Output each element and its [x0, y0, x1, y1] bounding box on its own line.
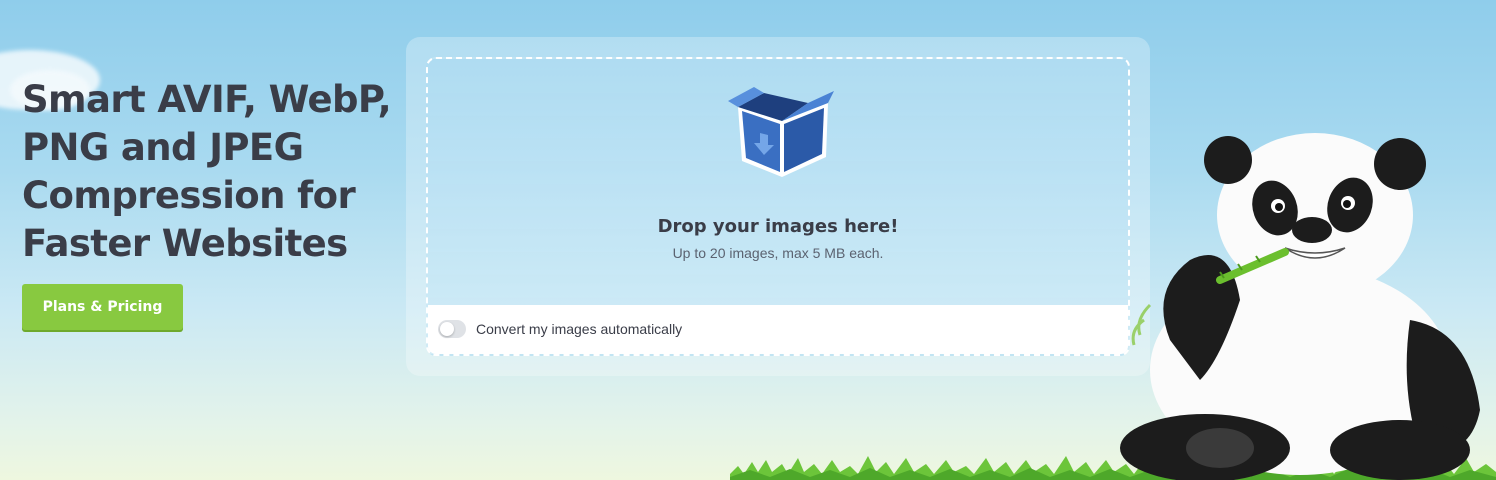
- hero-title-line: Compression for: [22, 174, 356, 217]
- convert-label: Convert my images automatically: [476, 321, 683, 337]
- plans-pricing-button[interactable]: Plans & Pricing: [22, 284, 183, 330]
- convert-option-bar: Convert my images automatically: [428, 305, 1128, 354]
- hero-title-line: Smart AVIF, WebP,: [22, 78, 392, 121]
- hero-title-line: Faster Websites: [22, 222, 348, 265]
- drop-limits-text: Up to 20 images, max 5 MB each.: [672, 245, 884, 261]
- drop-title: Drop your images here!: [657, 216, 899, 237]
- image-drop-zone[interactable]: Drop your images here! Up to 20 images, …: [426, 57, 1130, 356]
- convert-toggle[interactable]: [438, 320, 466, 338]
- open-box-icon: [728, 87, 834, 177]
- hero-title: Smart AVIF, WebP, PNG and JPEG Compressi…: [22, 76, 402, 268]
- toggle-knob: [440, 322, 454, 336]
- panda-mascot: [1120, 133, 1480, 480]
- hero-title-line: PNG and JPEG: [22, 126, 304, 169]
- upload-panel: Drop your images here! Up to 20 images, …: [406, 37, 1150, 376]
